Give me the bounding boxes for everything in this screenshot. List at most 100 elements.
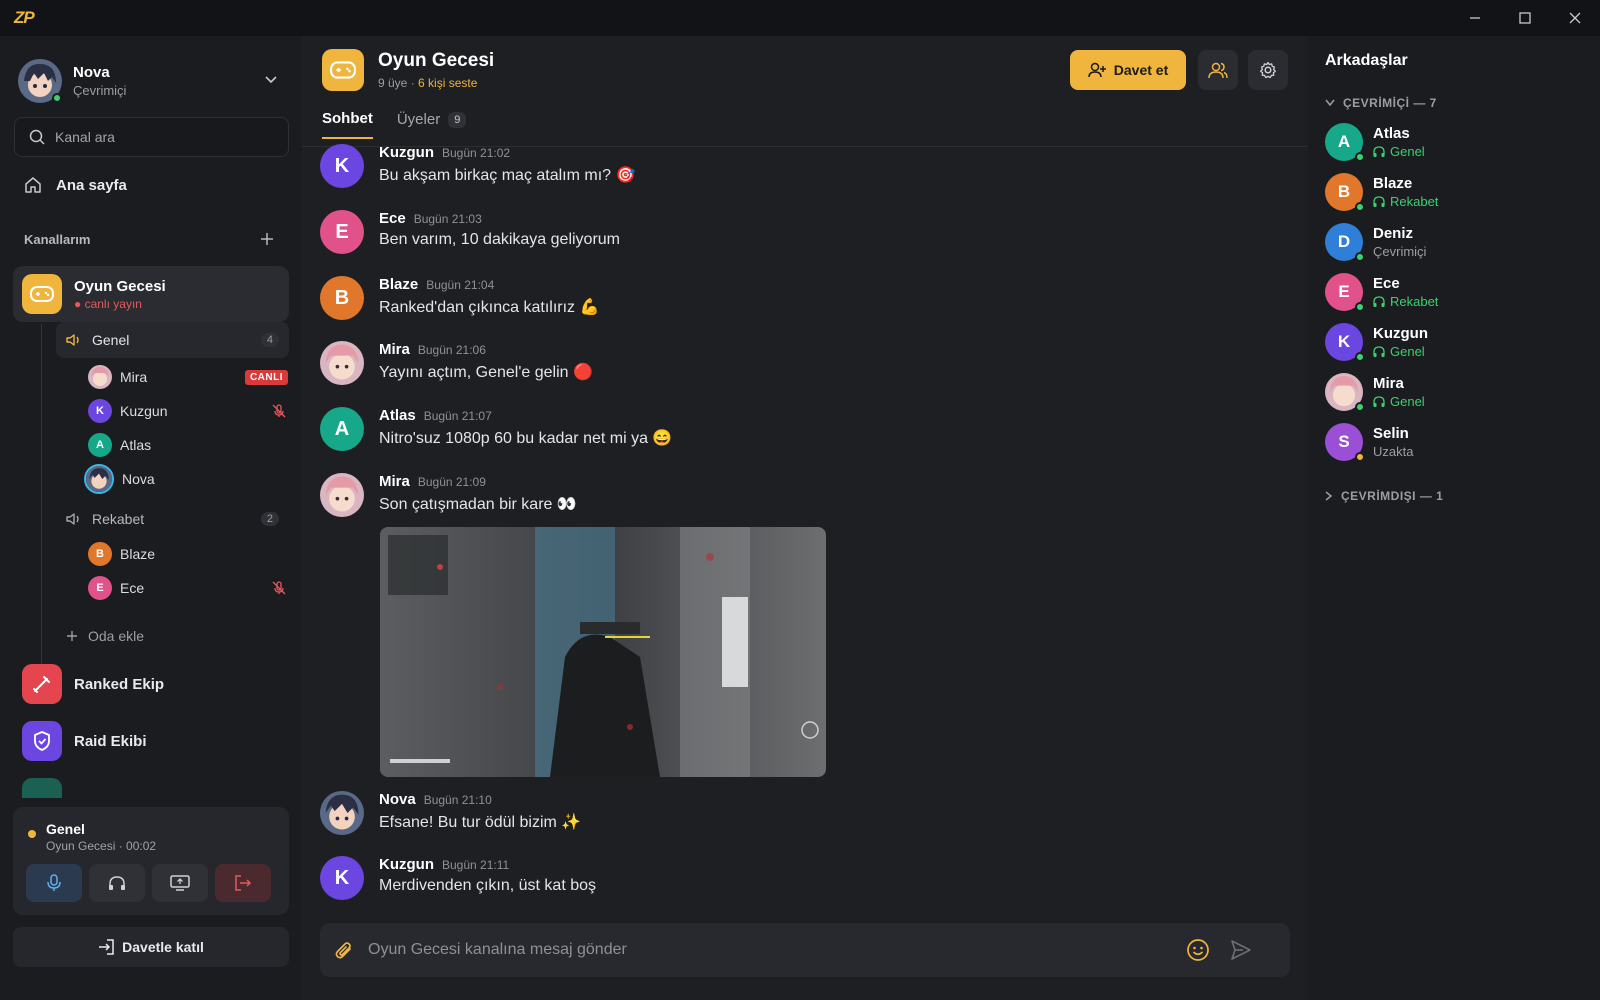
message-author: Kuzgun — [379, 144, 434, 161]
chevron-right-icon — [1325, 491, 1333, 501]
tab-bar: Sohbet Üyeler 9 — [322, 110, 467, 139]
message-author: Kuzgun — [379, 856, 434, 873]
message[interactable]: Mira Bugün 21:09 Son çatışmadan bir kare 👀 — [320, 473, 577, 517]
voice-member-mira[interactable]: Mira CANLI — [88, 362, 288, 392]
settings-button[interactable] — [1248, 50, 1288, 90]
headphones-button[interactable] — [89, 864, 145, 902]
join-with-invite-button[interactable]: Davetle katıl — [13, 927, 289, 967]
friend-selin[interactable]: S Selin Uzakta — [1325, 420, 1585, 464]
online-group-header[interactable]: ÇEVRİMİÇİ — 7 — [1325, 96, 1437, 110]
message-text: Ben varım, 10 dakikaya geliyorum — [379, 231, 620, 248]
offline-group-header[interactable]: ÇEVRİMDIŞI — 1 — [1325, 489, 1443, 503]
title-bar: ZP — [0, 0, 1600, 36]
left-sidebar: Nova Çevrimiçi Ana sayfa Kanallarım Oyun… — [0, 36, 302, 1000]
user-card[interactable]: Nova Çevrimiçi — [18, 56, 288, 106]
room-genel[interactable]: Genel 4 — [56, 322, 289, 358]
voice-member-ece[interactable]: E Ece — [88, 573, 288, 603]
shield-icon — [22, 721, 62, 761]
friend-status-text: Rekabet — [1390, 294, 1439, 309]
voice-member-blaze[interactable]: B Blaze — [88, 539, 288, 569]
mic-muted-icon — [272, 581, 286, 595]
channel-name: Raid Ekibi — [74, 732, 147, 750]
voice-member-kuzgun[interactable]: K Kuzgun — [88, 396, 288, 426]
attachment-icon[interactable] — [334, 939, 354, 961]
headphones-icon — [1373, 196, 1385, 207]
friend-atlas[interactable]: A Atlas Genel — [1325, 120, 1585, 164]
microphone-icon — [47, 874, 61, 891]
chevron-down-icon[interactable] — [264, 75, 278, 85]
tab-sohbet[interactable]: Sohbet — [322, 110, 373, 139]
headphones-icon — [1373, 396, 1385, 407]
message[interactable]: Nova Bugün 21:10 Efsane! Bu tur ödül bizim… — [320, 791, 581, 835]
home-icon — [25, 177, 41, 193]
member-name: Ece — [120, 580, 145, 596]
search-input[interactable] — [55, 129, 275, 145]
friend-status: Genel — [1373, 344, 1428, 359]
friend-mira[interactable]: Mira Genel — [1325, 370, 1585, 414]
member-name: Mira — [120, 369, 148, 385]
message-input[interactable] — [368, 941, 1148, 959]
channel-raid-ekibi[interactable]: Raid Ekibi — [22, 721, 147, 761]
channel-name: Ranked Ekip — [74, 675, 165, 693]
app-logo: ZP — [14, 8, 35, 27]
microphone-button[interactable] — [26, 864, 82, 902]
friend-status-text: Genel — [1390, 344, 1425, 359]
home-link[interactable]: Ana sayfa — [24, 176, 127, 194]
voice-member-nova[interactable]: Nova — [84, 464, 288, 494]
friends-sidebar: Arkadaşlar ÇEVRİMİÇİ — 7 A Atlas Genel B … — [1308, 36, 1600, 1000]
add-room-label: Oda ekle — [88, 628, 145, 644]
invite-button[interactable]: Davet et — [1070, 50, 1186, 90]
avatar: K — [320, 144, 364, 188]
message[interactable]: B Blaze Bugün 21:04 Ranked'dan çıkınca kat… — [320, 276, 599, 320]
avatar: D — [1325, 223, 1365, 262]
disconnect-button[interactable] — [215, 864, 271, 902]
friend-blaze[interactable]: B Blaze Rekabet — [1325, 170, 1585, 214]
room-name: Genel — [92, 332, 130, 348]
game-screenshot-image[interactable] — [380, 527, 826, 777]
send-icon[interactable] — [1230, 939, 1252, 961]
avatar-initial: A — [1337, 132, 1351, 151]
close-window-button[interactable] — [1550, 0, 1600, 36]
screen-share-button[interactable] — [152, 864, 208, 902]
message-time: Bugün 21:09 — [417, 475, 486, 489]
my-channels-title: Kanallarım — [24, 232, 91, 247]
members-button[interactable] — [1198, 50, 1238, 90]
add-room-button[interactable]: Oda ekle — [66, 628, 144, 644]
avatar: S — [1325, 423, 1365, 462]
message-text: Yayını açtım, Genel'e gelin 🔴 — [379, 364, 593, 381]
message[interactable]: A Atlas Bugün 21:07 Nitro'suz 1080p 60 bu … — [320, 407, 672, 451]
friend-deniz[interactable]: D Deniz Çevrimiçi — [1325, 220, 1585, 264]
message[interactable]: E Ece Bugün 21:03 Ben varım, 10 dakikaya g… — [320, 210, 620, 254]
connection-dot — [28, 830, 36, 838]
voice-member-atlas[interactable]: A Atlas — [88, 430, 288, 460]
online-dot — [1355, 202, 1365, 212]
tab-uyeler[interactable]: Üyeler 9 — [397, 110, 467, 139]
channel-ranked-ekip[interactable]: Ranked Ekip — [22, 664, 164, 704]
avatar-initial: D — [1337, 232, 1351, 251]
sword-icon — [22, 664, 62, 704]
message[interactable]: K Kuzgun Bugün 21:02 Bu akşam birkaç maç a… — [320, 144, 635, 188]
avatar — [88, 365, 112, 389]
users-icon — [1208, 62, 1228, 79]
in-voice-count: 6 kişi seste — [418, 76, 478, 90]
add-channel-icon[interactable] — [260, 232, 274, 246]
online-dot — [1355, 252, 1365, 262]
member-name: Blaze — [120, 546, 156, 562]
minimize-button[interactable] — [1450, 0, 1500, 36]
friend-kuzgun[interactable]: K Kuzgun Genel — [1325, 320, 1585, 364]
room-name: Rekabet — [92, 511, 145, 527]
channel-search[interactable] — [14, 117, 289, 157]
message[interactable]: K Kuzgun Bugün 21:11 Merdivenden çıkın, üs… — [320, 856, 596, 900]
message-time: Bugün 21:02 — [441, 146, 511, 160]
channel-name: Oyun Gecesi — [74, 277, 166, 295]
maximize-button[interactable] — [1500, 0, 1550, 36]
emoji-icon[interactable] — [1186, 938, 1210, 962]
channel-oyun-gecesi[interactable]: Oyun Gecesi ● canlı yayın — [13, 266, 289, 322]
online-dot — [1355, 352, 1365, 362]
headphones-icon — [1373, 296, 1385, 307]
friend-ece[interactable]: E Ece Rekabet — [1325, 270, 1585, 314]
avatar: B — [320, 276, 364, 320]
message[interactable]: Mira Bugün 21:06 Yayını açtım, Genel'e gel… — [320, 341, 593, 385]
message-time: Bugün 21:06 — [417, 343, 486, 357]
room-rekabet[interactable]: Rekabet 2 — [56, 501, 289, 537]
